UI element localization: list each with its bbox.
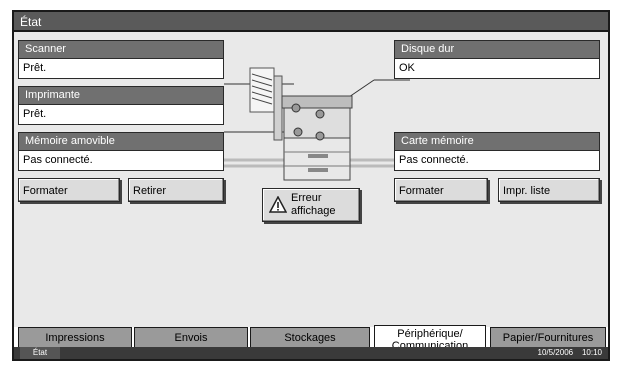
status-bar: État 10/5/2006 10:10 <box>14 347 608 359</box>
error-display-button[interactable]: Erreur affichage <box>262 188 360 222</box>
printer-status: Prêt. <box>18 104 224 125</box>
print-list-button[interactable]: Impr. liste <box>498 178 600 202</box>
tab-stockages[interactable]: Stockages <box>250 327 370 349</box>
memory-card-panel: Carte mémoire Pas connecté. <box>394 132 600 171</box>
scanner-panel: Scanner Prêt. <box>18 40 224 79</box>
printer-label: Imprimante <box>18 86 224 104</box>
tab-envois[interactable]: Envois <box>134 327 248 349</box>
error-display-line2: affichage <box>291 205 336 217</box>
memory-card-status: Pas connecté. <box>394 150 600 171</box>
format-removable-button[interactable]: Formater <box>18 178 120 202</box>
scanner-label: Scanner <box>18 40 224 58</box>
date-time: 10/5/2006 10:10 <box>537 348 603 357</box>
removable-memory-label: Mémoire amovible <box>18 132 224 150</box>
tab-bar: Impressions Envois Stockages Périphériqu… <box>14 325 608 352</box>
hard-disk-status: OK <box>394 58 600 79</box>
hard-disk-label: Disque dur <box>394 40 600 58</box>
status-content: Scanner Prêt. Imprimante Prêt. Mémoire a… <box>14 32 608 327</box>
removable-memory-panel: Mémoire amovible Pas connecté. <box>18 132 224 171</box>
printer-device-illustration <box>224 67 414 181</box>
printer-panel: Imprimante Prêt. <box>18 86 224 125</box>
screen-title: État <box>14 12 608 32</box>
status-label[interactable]: État <box>20 347 60 359</box>
scanner-status: Prêt. <box>18 58 224 79</box>
tab-impressions[interactable]: Impressions <box>18 327 132 349</box>
removable-memory-status: Pas connecté. <box>18 150 224 171</box>
hard-disk-panel: Disque dur OK <box>394 40 600 79</box>
format-memory-card-button[interactable]: Formater <box>394 178 488 202</box>
tab-papier-fournitures[interactable]: Papier/Fournitures <box>490 327 606 349</box>
paper-finisher-stack <box>249 67 275 113</box>
status-screen: État Scanner Prêt. Imprimante Prêt. Mémo… <box>12 10 610 361</box>
warning-icon <box>269 196 287 213</box>
error-display-line1: Erreur <box>291 192 322 204</box>
memory-card-label: Carte mémoire <box>394 132 600 150</box>
remove-button[interactable]: Retirer <box>128 178 224 202</box>
error-display-label: Erreur affichage <box>291 192 335 218</box>
